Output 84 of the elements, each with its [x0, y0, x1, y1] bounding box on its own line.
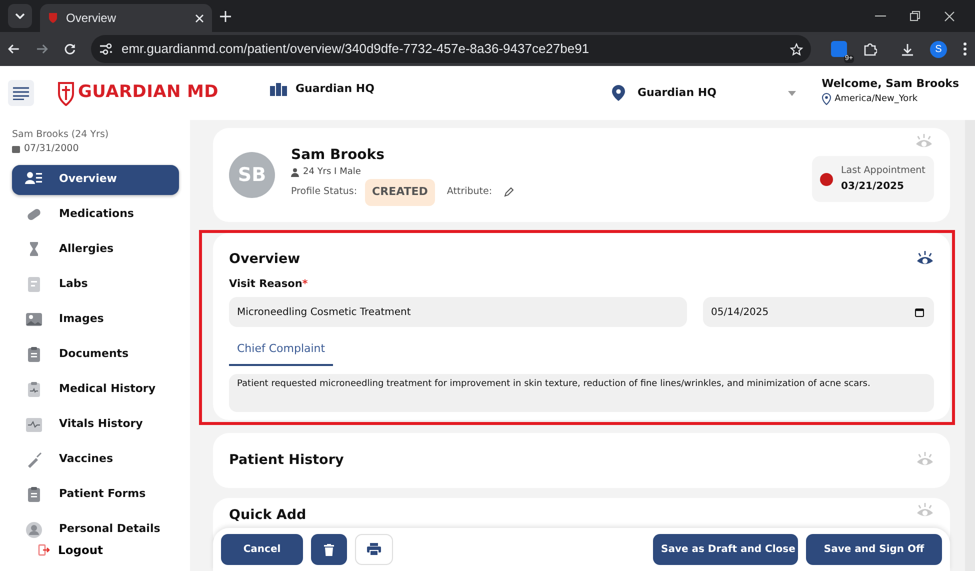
url-text: emr.guardianmd.com/patient/overview/340d9dfe-7732-457e-8a36-9437ce27be91: [121, 40, 590, 58]
demographics-text: 24 Yrs I Male: [303, 166, 361, 178]
birth-date: 07/31/2000: [24, 142, 79, 156]
status-badge: CREATED: [365, 179, 435, 206]
sidebar-item[interactable]: Images: [12, 304, 179, 334]
section-tab[interactable]: Chief Complaint: [229, 335, 334, 366]
person-icon: [25, 520, 43, 538]
caret-icon: [15, 12, 25, 19]
kebab-menu-icon[interactable]: [963, 42, 968, 56]
tab-search-button[interactable]: [8, 4, 32, 28]
site-settings-icon[interactable]: [99, 43, 114, 55]
logout-link[interactable]: Logout: [58, 542, 104, 559]
action-button[interactable]: Save and Sign Off: [806, 534, 942, 565]
clipboard-icon: [25, 346, 43, 364]
calendar-icon: [12, 145, 20, 154]
sidebar-item[interactable]: Vaccines: [12, 444, 179, 474]
restore-icon[interactable]: [910, 11, 920, 21]
building-icon: [270, 82, 288, 96]
appointment-label: Last Appointment: [841, 164, 926, 178]
action-button[interactable]: Save as Draft and Close: [653, 534, 798, 565]
print-button[interactable]: [355, 534, 393, 565]
sidebar-item[interactable]: Medical History: [12, 374, 179, 404]
profile-avatar[interactable]: S: [930, 40, 948, 58]
welcome-text: Welcome, Sam Brooks: [822, 76, 959, 92]
puzzle-icon[interactable]: [863, 42, 878, 56]
menu-icon: [13, 86, 29, 100]
location-select[interactable]: Guardian HQ: [612, 84, 796, 102]
date-field[interactable]: 05/14/2025: [703, 297, 934, 327]
image-icon: [25, 310, 43, 328]
reload-icon[interactable]: [64, 43, 76, 55]
location-pin-icon: [822, 93, 831, 106]
delete-button[interactable]: [311, 534, 347, 565]
close-icon[interactable]: [944, 10, 955, 22]
document-icon: [25, 276, 43, 294]
caret-icon: [788, 90, 796, 96]
download-icon[interactable]: [901, 42, 914, 56]
calendar-icon[interactable]: [915, 308, 924, 317]
sidebar-item[interactable]: Allergies: [12, 234, 179, 264]
extension-icon[interactable]: [831, 41, 848, 57]
trash-icon: [324, 544, 334, 556]
new-tab-icon[interactable]: [220, 11, 231, 22]
visit-reason-field[interactable]: Microneedling Cosmetic Treatment: [229, 297, 687, 327]
browser-tab[interactable]: Overview: [40, 4, 212, 32]
sidebar-item[interactable]: Medications: [12, 200, 179, 230]
printer-icon: [367, 543, 381, 556]
section-title: Quick Add: [229, 506, 306, 526]
location-pin-icon: [612, 85, 626, 101]
menu-button[interactable]: [8, 80, 34, 106]
minimize-icon[interactable]: [875, 15, 886, 17]
complaint-field[interactable]: Patient requested microneedling treatment for improvement in skin texture, reduction of fine lines/wrinkles, and minimization of acne scars.: [229, 374, 934, 412]
pulse-icon: [25, 416, 43, 434]
sidebar-item[interactable]: Labs: [12, 270, 179, 300]
pencil-icon[interactable]: [504, 187, 514, 198]
status-dot-icon: [820, 172, 833, 186]
patient-summary: Sam Brooks (24 Yrs): [12, 128, 110, 142]
sidebar-item[interactable]: Patient Forms: [12, 480, 179, 510]
clipboard-pulse-icon: [25, 380, 43, 398]
timezone-text: America/New_York: [834, 92, 918, 106]
section-title: Overview: [229, 250, 300, 269]
logout-icon[interactable]: [38, 544, 50, 556]
patient-name: Sam Brooks: [291, 146, 386, 164]
address-bar[interactable]: emr.guardianmd.com/patient/overview/340d9dfe-7732-457e-8a36-9437ce27be91: [91, 35, 812, 63]
person-icon: [291, 168, 299, 177]
shield-logo-icon: [58, 80, 74, 106]
sidebar-item[interactable]: Overview: [12, 164, 179, 194]
logo-text: GUARDIAN MD: [78, 81, 218, 104]
tab-title: Overview: [66, 10, 118, 27]
section-title: Patient History: [229, 450, 344, 470]
back-icon[interactable]: [8, 43, 20, 55]
clipboard-icon: [25, 486, 43, 504]
sidebar-item[interactable]: Vitals History: [12, 410, 179, 440]
sidebar-item[interactable]: Documents: [12, 340, 179, 370]
sidebar-item[interactable]: Personal Details: [12, 514, 179, 544]
forward-icon[interactable]: [36, 43, 48, 55]
location-name: Guardian HQ: [637, 84, 718, 101]
star-icon[interactable]: [790, 42, 804, 56]
avatar: SB: [229, 152, 275, 198]
facility-name: Guardian HQ: [295, 80, 374, 97]
status-label: Profile Status:: [291, 185, 358, 200]
action-button[interactable]: Cancel: [221, 534, 303, 565]
attribute-label: Attribute:: [446, 185, 492, 200]
appointment-date: 03/21/2025: [841, 180, 905, 194]
field-label: Visit Reason*: [229, 277, 309, 292]
shield-icon: [48, 12, 58, 24]
